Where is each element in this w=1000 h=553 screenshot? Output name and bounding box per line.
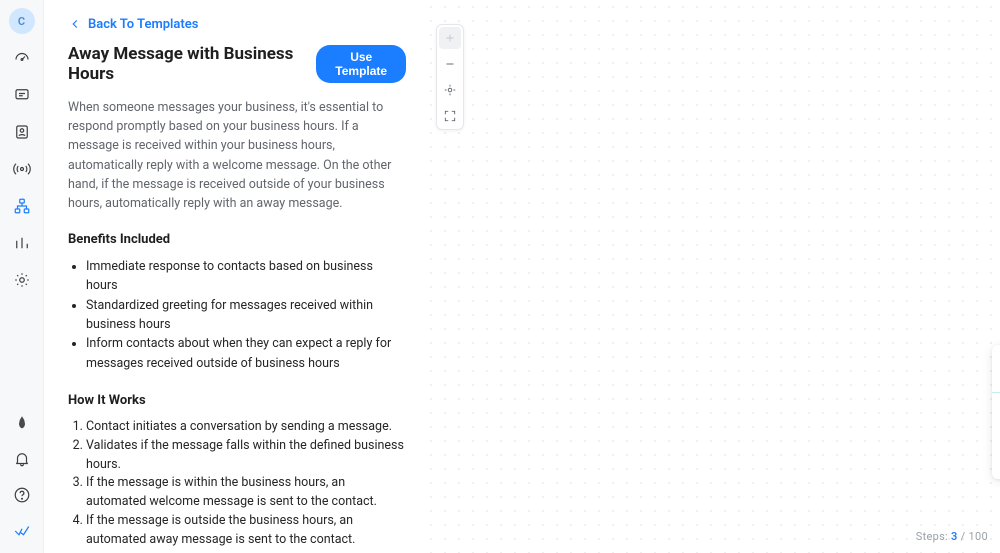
template-description: When someone messages your business, it'…: [68, 98, 406, 214]
list-item: Inform contacts about when they can expe…: [86, 334, 406, 373]
list-item: If the message is outside the business h…: [86, 512, 406, 550]
nav-reports[interactable]: [12, 233, 32, 253]
benefits-list: Immediate response to contacts based on …: [68, 257, 406, 373]
flow-connectors: [424, 0, 1000, 553]
list-item: Standardized greeting for messages recei…: [86, 296, 406, 335]
how-it-works-heading: How It Works: [68, 393, 406, 408]
nav-notifications[interactable]: [12, 449, 32, 469]
steps-counter: Steps: 3 / 100: [916, 530, 988, 543]
nav-settings[interactable]: [12, 270, 32, 290]
nav-workflows[interactable]: [12, 196, 32, 216]
details-panel: Back To Templates Away Message with Busi…: [44, 0, 424, 553]
steps-max: 100: [969, 530, 988, 543]
nav-dashboard[interactable]: [12, 48, 32, 68]
nav-contacts[interactable]: [12, 122, 32, 142]
chevron-left-icon: [68, 17, 82, 31]
workflow-canvas[interactable]: Trigger Conversation Opened Business Hou…: [424, 0, 1000, 553]
zoom-out-button[interactable]: [439, 53, 461, 75]
nav-help[interactable]: [12, 485, 32, 505]
fullscreen-button[interactable]: [439, 105, 461, 127]
list-item: Contact initiates a conversation by send…: [86, 418, 406, 437]
node-welcome-message[interactable]: Welcome Message Message: Hello $contact.…: [992, 345, 1000, 479]
recenter-button[interactable]: [439, 79, 461, 101]
brand-logo: [12, 521, 32, 541]
nav-inbox[interactable]: [12, 85, 32, 105]
canvas-toolbar: [436, 24, 464, 130]
zoom-in-button[interactable]: [439, 27, 461, 49]
app-sidebar: C: [0, 0, 44, 553]
steps-current: 3: [951, 530, 958, 543]
steps-sep: /: [961, 530, 966, 543]
use-template-button[interactable]: Use Template: [316, 45, 406, 83]
node-body: Message: Hello $contact.firstname welcom…: [992, 393, 1000, 479]
nav-broadcast[interactable]: [12, 159, 32, 179]
list-item: If the message is within the business ho…: [86, 474, 406, 512]
page-title: Away Message with Business Hours: [68, 44, 302, 84]
list-item: Immediate response to contacts based on …: [86, 257, 406, 296]
avatar[interactable]: C: [9, 8, 35, 34]
benefits-heading: Benefits Included: [68, 232, 406, 247]
list-item: Validates if the message falls within th…: [86, 437, 406, 475]
steps-label: Steps:: [916, 530, 948, 543]
how-it-works-list: Contact initiates a conversation by send…: [68, 418, 406, 549]
back-to-templates-link[interactable]: Back To Templates: [68, 17, 198, 32]
nav-user[interactable]: [12, 413, 32, 433]
back-link-label: Back To Templates: [88, 17, 198, 32]
